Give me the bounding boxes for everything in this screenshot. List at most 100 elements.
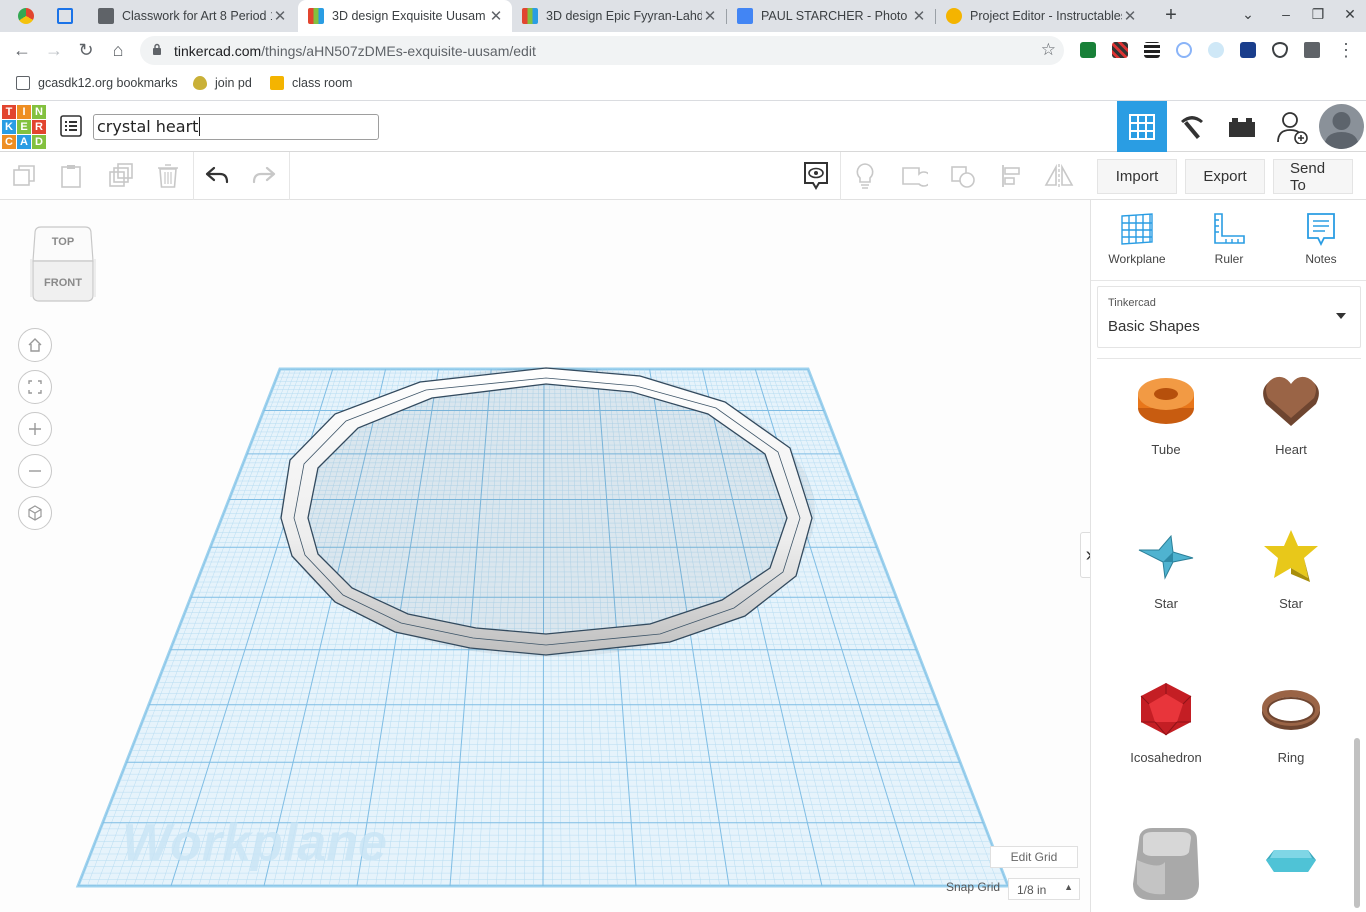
fit-view-button[interactable]	[18, 370, 52, 404]
shape-tile-icosahedron[interactable]: Icosahedron	[1111, 682, 1221, 765]
close-tab-icon[interactable]: ✕	[702, 7, 718, 25]
mirror-button[interactable]	[1043, 160, 1075, 192]
extension-badge-icon[interactable]	[1272, 42, 1288, 58]
undo-icon	[205, 166, 229, 184]
workplane-watermark: Workplane	[122, 814, 387, 872]
paste-button[interactable]	[55, 160, 87, 192]
design-name-text: crystal heart	[97, 117, 199, 136]
close-window-icon[interactable]: ✕	[1340, 6, 1360, 23]
browser-tab-exquisite-uusam[interactable]: 3D design Exquisite Uusam ✕	[298, 0, 512, 32]
home-icon[interactable]: ⌂	[106, 38, 130, 62]
ruler-tool-button[interactable]: Ruler	[1191, 212, 1267, 266]
shape-tile-star-blue[interactable]: Star	[1111, 528, 1221, 611]
view-cube-front-label[interactable]: FRONT	[30, 277, 96, 289]
notes-toggle-button[interactable]	[800, 160, 832, 192]
send-to-button[interactable]: Send To	[1273, 159, 1353, 194]
lightbulb-button[interactable]	[849, 160, 881, 192]
3d-viewport[interactable]: Workplane TOP FRONT Edit Grid Snap Grid …	[0, 200, 1090, 912]
reload-icon[interactable]: ↻	[74, 38, 98, 62]
align-button[interactable]	[996, 160, 1028, 192]
pickaxe-icon	[1181, 115, 1203, 139]
bookmark-star-icon[interactable]: ☆	[1041, 40, 1056, 60]
undo-button[interactable]	[201, 160, 233, 192]
logo-letter: D	[32, 135, 46, 149]
library-brand: Tinkercad	[1108, 297, 1156, 309]
chrome-apps-icon[interactable]	[18, 8, 34, 24]
home-view-button[interactable]	[18, 328, 52, 362]
ungroup-button[interactable]	[947, 160, 979, 192]
view-cube-top-label[interactable]: TOP	[30, 236, 96, 248]
close-tab-icon[interactable]: ✕	[488, 7, 504, 25]
shape-label: Heart	[1275, 442, 1307, 457]
snap-grid-select[interactable]: 1/8 in ▲	[1008, 878, 1080, 900]
tab-search-icon[interactable]	[57, 8, 73, 24]
shape-tile-star-yellow[interactable]: Star	[1236, 528, 1346, 611]
sheets-extension-icon[interactable]	[1080, 42, 1096, 58]
forward-icon[interactable]: →	[42, 38, 66, 62]
shape-tile-heart[interactable]: Heart	[1236, 374, 1346, 457]
extension-circle-icon[interactable]	[1176, 42, 1192, 58]
browser-tab-instructables[interactable]: Project Editor - Instructables ✕	[936, 0, 1146, 32]
tab-title: 3D design Epic Fyyran-Lahd	[546, 9, 702, 23]
extensions-puzzle-icon[interactable]	[1304, 42, 1320, 58]
back-icon[interactable]: ←	[10, 38, 34, 62]
shape-label: Star	[1154, 596, 1178, 611]
close-tab-icon[interactable]: ✕	[911, 7, 927, 25]
oval-ring-shape[interactable]	[280, 367, 815, 657]
shape-library-dropdown[interactable]: Tinkercad Basic Shapes	[1097, 286, 1361, 348]
edit-grid-button[interactable]: Edit Grid	[990, 846, 1078, 868]
bookmark-join-pd[interactable]: join pd	[193, 76, 252, 90]
copy-button[interactable]	[8, 160, 40, 192]
browser-tab-epic-fyyran[interactable]: 3D design Epic Fyyran-Lahd ✕	[512, 0, 726, 32]
close-tab-icon[interactable]: ✕	[272, 7, 288, 25]
delete-button[interactable]	[152, 160, 184, 192]
shape-tile-gem[interactable]	[1236, 826, 1346, 912]
browser-tab-photo-doc[interactable]: PAUL STARCHER - Photo Do ✕	[727, 0, 935, 32]
bookmark-folder-gcasdk12[interactable]: gcasdk12.org bookmarks	[16, 76, 178, 90]
perspective-button[interactable]	[18, 496, 52, 530]
url-path: /things/aHN507zDMEs-exquisite-uusam/edit	[261, 43, 536, 59]
browser-tab-classwork[interactable]: Classwork for Art 8 Period 1 ✕	[88, 0, 296, 32]
extension-shield-icon[interactable]	[1240, 42, 1256, 58]
minimize-icon[interactable]: –	[1276, 6, 1296, 22]
zoom-in-button[interactable]	[18, 412, 52, 446]
tab-list-icon[interactable]: ⌄	[1238, 6, 1258, 23]
browser-menu-icon[interactable]: ⋮	[1334, 38, 1358, 62]
design-menu-icon[interactable]	[60, 115, 82, 137]
address-bar[interactable]: tinkercad.com/things/aHN507zDMEs-exquisi…	[140, 36, 1064, 65]
redo-button[interactable]	[248, 160, 280, 192]
design-name-input[interactable]: crystal heart	[93, 114, 379, 140]
import-button[interactable]: Import	[1097, 159, 1177, 194]
panel-scrollbar[interactable]	[1354, 738, 1360, 908]
shape-tile-rounded-box[interactable]	[1111, 826, 1221, 912]
zoom-out-button[interactable]	[18, 454, 52, 488]
3d-view-button[interactable]	[1117, 101, 1167, 152]
group-button[interactable]	[898, 160, 930, 192]
shape-tile-tube[interactable]: Tube	[1111, 374, 1221, 457]
extension-cloud-icon[interactable]	[1208, 42, 1224, 58]
blocks-view-button[interactable]	[1167, 101, 1217, 152]
new-tab-button[interactable]: +	[1160, 4, 1182, 26]
toolbar-divider	[840, 152, 841, 200]
shape-label: Ring	[1277, 750, 1305, 765]
view-cube[interactable]: TOP FRONT	[30, 225, 96, 303]
logo-letter: E	[17, 120, 31, 134]
user-avatar[interactable]	[1319, 104, 1364, 149]
bookmark-class-room[interactable]: class room	[270, 76, 352, 90]
restore-icon[interactable]: ❐	[1308, 6, 1328, 23]
shape-tile-ring[interactable]: Ring	[1236, 682, 1346, 765]
add-user-button[interactable]	[1267, 101, 1317, 152]
extension-icon[interactable]	[1112, 42, 1128, 58]
qr-code-extension-icon[interactable]	[1144, 42, 1160, 58]
notes-tool-button[interactable]: Notes	[1283, 212, 1359, 266]
close-tab-icon[interactable]: ✕	[1122, 7, 1138, 25]
caret-up-icon: ▲	[1064, 882, 1073, 892]
paste-icon	[61, 165, 81, 188]
docs-favicon-icon	[737, 8, 753, 24]
export-button[interactable]: Export	[1185, 159, 1265, 194]
duplicate-button[interactable]	[104, 160, 136, 192]
workplane-tool-button[interactable]: Workplane	[1099, 212, 1175, 266]
tinkercad-logo[interactable]: TIN KER CAD	[2, 105, 46, 149]
snap-grid-value: 1/8 in	[1017, 883, 1047, 897]
bricks-view-button[interactable]	[1217, 101, 1267, 152]
